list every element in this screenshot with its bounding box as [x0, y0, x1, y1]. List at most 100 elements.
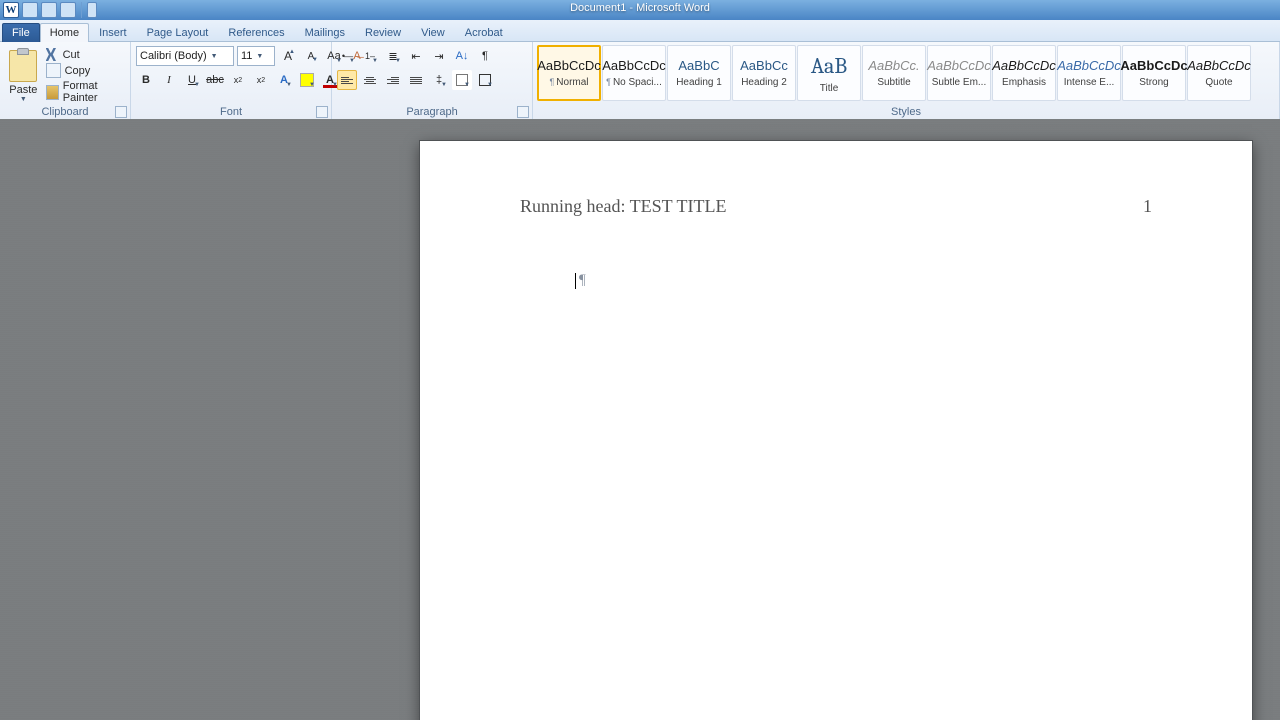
font-launcher[interactable] [316, 106, 328, 118]
tab-file[interactable]: File [2, 23, 40, 42]
copy-label: Copy [65, 65, 91, 77]
save-icon[interactable] [22, 2, 38, 18]
style-normal[interactable]: AaBbCcDc¶Normal [537, 45, 601, 101]
increase-indent-button[interactable]: ⇥ [429, 46, 449, 66]
style-name: Subtitle [877, 77, 910, 88]
style-quote[interactable]: AaBbCcDc Quote [1187, 45, 1251, 101]
shading-button[interactable]: ▼ [452, 70, 472, 90]
tab-insert[interactable]: Insert [89, 23, 137, 42]
highlight-button[interactable]: ▼ [297, 70, 317, 90]
style-sample: AaBbCcDc [1120, 58, 1187, 73]
show-hide-button[interactable]: ¶ [475, 46, 495, 66]
style-name: Heading 2 [741, 77, 787, 88]
tab-review[interactable]: Review [355, 23, 411, 42]
sort-button[interactable]: A↓ [452, 46, 472, 66]
group-label-paragraph: Paragraph [332, 106, 532, 120]
align-left-button[interactable] [337, 70, 357, 90]
superscript-button[interactable]: x2 [251, 70, 271, 90]
font-size-value: 11 [241, 50, 252, 62]
style-intense-e-[interactable]: AaBbCcDc Intense E... [1057, 45, 1121, 101]
style-sample: AaB [811, 53, 847, 79]
bold-button[interactable]: B [136, 70, 156, 90]
word-app-icon[interactable]: W [3, 2, 19, 18]
format-painter-button[interactable]: Format Painter [46, 80, 125, 104]
running-head-text: Running head: TEST TITLE [520, 196, 726, 217]
style-heading-1[interactable]: AaBbC Heading 1 [667, 45, 731, 101]
page-header[interactable]: Running head: TEST TITLE 1 [520, 196, 1152, 217]
numbering-button[interactable]: ▼ [360, 46, 380, 66]
qat-separator [81, 2, 82, 18]
style-no-spaci-[interactable]: AaBbCcDc ¶No Spaci... [602, 45, 666, 101]
group-clipboard: Paste ▼ Cut Copy Format Painter Clipboar… [0, 42, 131, 120]
font-family-combo[interactable]: Calibri (Body)▼ [136, 46, 234, 66]
style-sample: AaBbCcDc [927, 58, 991, 73]
document-page[interactable]: Running head: TEST TITLE 1 ¶ [420, 141, 1252, 720]
style-name: Quote [1205, 77, 1232, 88]
style-sample: AaBbCcDc [1187, 58, 1251, 73]
style-sample: AaBbC [678, 58, 719, 73]
group-label-styles: Styles [533, 106, 1279, 120]
decrease-indent-button[interactable]: ⇤ [406, 46, 426, 66]
style-sample: AaBbCcDc [602, 58, 666, 73]
style-heading-2[interactable]: AaBbCcHeading 2 [732, 45, 796, 101]
style-sample: AaBbCcDc [1057, 58, 1121, 73]
tab-references[interactable]: References [218, 23, 294, 42]
multilevel-button[interactable]: ≣▼ [383, 46, 403, 66]
shrink-font-button[interactable] [301, 46, 321, 66]
style-name: ¶Normal [549, 77, 588, 88]
group-label-clipboard: Clipboard [0, 106, 130, 120]
strikethrough-button[interactable]: abc [205, 70, 225, 90]
style-strong[interactable]: AaBbCcDcStrong [1122, 45, 1186, 101]
italic-button[interactable]: I [159, 70, 179, 90]
paragraph-mark-icon: ¶ [579, 272, 586, 288]
paste-button[interactable]: Paste ▼ [5, 46, 42, 106]
undo-icon[interactable] [41, 2, 57, 18]
style-title[interactable]: AaB Title [797, 45, 861, 101]
copy-button[interactable]: Copy [46, 63, 125, 78]
style-name: Subtle Em... [932, 77, 986, 88]
ribbon-tabs: File Home Insert Page Layout References … [0, 20, 1280, 42]
font-family-value: Calibri (Body) [140, 50, 207, 62]
window-title: Document1 - Microsoft Word [570, 2, 710, 14]
paste-label: Paste [9, 84, 37, 96]
underline-button[interactable]: U▼ [182, 70, 202, 90]
cut-icon [46, 48, 59, 61]
font-size-combo[interactable]: 11▼ [237, 46, 275, 66]
align-justify-button[interactable] [406, 70, 426, 90]
copy-icon [46, 63, 61, 78]
format-painter-label: Format Painter [63, 80, 125, 104]
style-name: Title [820, 83, 839, 94]
borders-button[interactable]: ▼ [475, 70, 495, 90]
clipboard-launcher[interactable] [115, 106, 127, 118]
tab-home[interactable]: Home [40, 23, 89, 42]
style-subtitle[interactable]: AaBbCc.Subtitle [862, 45, 926, 101]
bullets-button[interactable]: ▼ [337, 46, 357, 66]
grow-font-button[interactable] [278, 46, 298, 66]
tab-page-layout[interactable]: Page Layout [137, 23, 219, 42]
qat-customize-icon[interactable] [87, 2, 97, 18]
style-emphasis[interactable]: AaBbCcDcEmphasis [992, 45, 1056, 101]
group-styles: AaBbCcDc¶NormalAaBbCcDc¶No Spaci...AaBbC… [533, 42, 1280, 120]
tab-mailings[interactable]: Mailings [295, 23, 355, 42]
document-name: Document1 [570, 2, 626, 14]
cut-button[interactable]: Cut [46, 48, 125, 61]
text-cursor[interactable]: ¶ [575, 272, 586, 289]
style-name: ¶No Spaci... [606, 77, 662, 88]
align-right-button[interactable] [383, 70, 403, 90]
document-workspace: Running head: TEST TITLE 1 ¶ [0, 119, 1280, 720]
cut-label: Cut [63, 49, 80, 61]
paragraph-launcher[interactable] [517, 106, 529, 118]
style-subtle-em-[interactable]: AaBbCcDc Subtle Em... [927, 45, 991, 101]
redo-icon[interactable] [60, 2, 76, 18]
paste-dropdown-icon: ▼ [20, 96, 27, 103]
subscript-button[interactable]: x2 [228, 70, 248, 90]
line-spacing-button[interactable]: ‡▼ [429, 70, 449, 90]
ribbon: Paste ▼ Cut Copy Format Painter Clipboar… [0, 42, 1280, 121]
style-name: Heading 1 [676, 77, 722, 88]
group-label-font: Font [131, 106, 331, 120]
text-effects-button[interactable]: A▼ [274, 70, 294, 90]
tab-acrobat[interactable]: Acrobat [455, 23, 513, 42]
align-center-button[interactable] [360, 70, 380, 90]
style-name: Intense E... [1064, 77, 1115, 88]
tab-view[interactable]: View [411, 23, 455, 42]
